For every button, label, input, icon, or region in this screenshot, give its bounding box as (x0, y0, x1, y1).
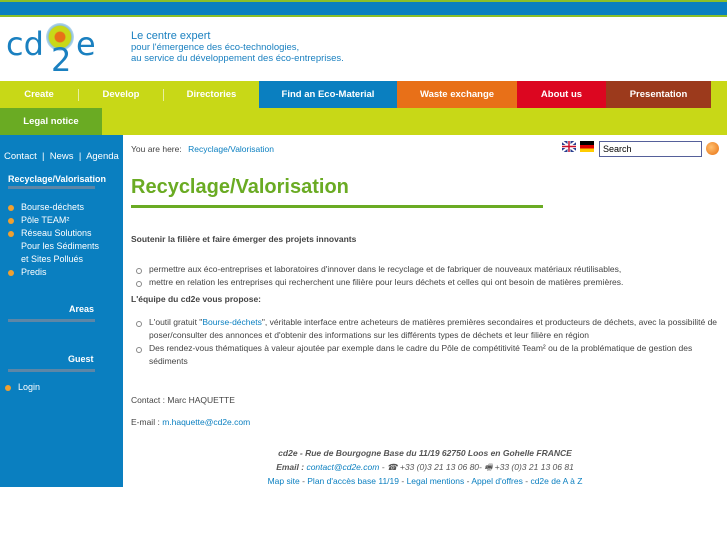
nav-about-us[interactable]: About us (517, 81, 606, 108)
title-underline (131, 205, 543, 208)
text: L'outil gratuit " (149, 317, 203, 327)
sidebar: Contact | News | Agenda Recyclage/Valori… (0, 135, 123, 487)
header: cd 2 e Le centre expert pour l'émergence… (0, 17, 727, 81)
separator: | (78, 151, 82, 162)
email-label: E-mail : (131, 417, 160, 427)
nav-create[interactable]: Create (0, 81, 78, 108)
footer-address: cd2e - Rue de Bourgogne Base du 11/19 62… (278, 448, 572, 458)
bullet-icon (8, 270, 14, 276)
fax-number: +33 (0)3 21 13 06 81 (494, 462, 574, 472)
nav-legal-notice[interactable]: Legal notice (0, 108, 102, 135)
nav-presentation[interactable]: Presentation (606, 81, 711, 108)
footer-email-link[interactable]: contact@cd2e.com (306, 462, 379, 472)
footer-link-map-site[interactable]: Map site (268, 476, 300, 486)
nav-directories[interactable]: Directories (164, 81, 259, 108)
list-item: permettre aux éco-entreprises et laborat… (136, 263, 724, 276)
email-label: Email : (276, 462, 305, 472)
fax-icon: 🖷 (484, 462, 493, 472)
intro-heading: Soutenir la filière et faire émerger des… (131, 234, 357, 244)
login-link[interactable]: Login (18, 382, 40, 392)
breadcrumb-link[interactable]: Recyclage/Valorisation (188, 144, 274, 154)
divider (8, 186, 95, 189)
separator: | (42, 151, 45, 162)
cd2e-logo[interactable]: cd 2 e (6, 19, 106, 79)
search-input[interactable] (599, 141, 702, 157)
tagline-line: Le centre expert (131, 30, 211, 42)
list-item: L'outil gratuit "Bourse-déchets", vérita… (136, 316, 724, 342)
nav-find-eco-material[interactable]: Find an Eco-Material (259, 81, 397, 108)
nav-waste-exchange[interactable]: Waste exchange (397, 81, 517, 108)
email-link[interactable]: m.haquette@cd2e.com (162, 417, 250, 427)
breadcrumb-prefix: You are here: (131, 144, 182, 154)
areas-heading: Areas (69, 304, 95, 314)
pole-team-link[interactable]: Pôle TEAM² (21, 215, 69, 225)
agenda-link[interactable]: Agenda (86, 151, 119, 162)
reseau-solutions-link[interactable]: et Sites Pollués (21, 254, 83, 264)
tagline-line: au service du développement des éco-entr… (131, 53, 344, 64)
bullet-icon (8, 218, 14, 224)
phone-number: +33 (0)3 21 13 06 80- (399, 462, 482, 472)
page-title: Recyclage/Valorisation (131, 176, 349, 198)
bourse-dechets-link[interactable]: Bourse-déchets (21, 202, 84, 212)
nav-develop[interactable]: Develop (79, 81, 163, 108)
search-go-button[interactable] (706, 142, 719, 155)
team-heading: L'équipe du cd2e vous propose: (131, 294, 262, 304)
footer-link-a-z[interactable]: cd2e de A à Z (530, 476, 582, 486)
list-item: Des rendez-vous thématiques à valeur ajo… (136, 342, 724, 368)
tagline-line: pour l'émergence des éco-technologies, (131, 42, 300, 53)
footer-link-legal[interactable]: Legal mentions (407, 476, 465, 486)
guest-links: Login (5, 381, 40, 394)
tagline: Le centre expert pour l'émergence des éc… (131, 30, 344, 65)
contact-link[interactable]: Contact (4, 151, 37, 162)
footer-contact: Email : contact@cd2e.com - ☎ +33 (0)3 21… (276, 462, 574, 472)
footer-link-appel[interactable]: Appel d'offres (471, 476, 523, 486)
bourse-dechets-link[interactable]: Bourse-déchets (202, 317, 262, 327)
list-item: mettre en relation les entreprises qui r… (136, 276, 724, 289)
news-link[interactable]: News (50, 151, 74, 162)
reseau-solutions-link[interactable]: Réseau Solutions (21, 228, 92, 238)
sidebar-item: Predis (8, 266, 99, 279)
sidebar-top-links: Contact | News | Agenda (4, 151, 119, 162)
sidebar-section-title: Recyclage/Valorisation (8, 174, 107, 184)
divider (8, 319, 95, 322)
uk-flag-icon[interactable] (562, 141, 576, 152)
bullet-icon (5, 385, 11, 391)
phone-icon: ☎ (386, 462, 398, 472)
breadcrumb: You are here: Recyclage/Valorisation (131, 144, 274, 154)
top-bar (0, 0, 727, 17)
divider (8, 369, 95, 372)
email-line: E-mail : m.haquette@cd2e.com (131, 417, 250, 427)
goals-list: permettre aux éco-entreprises et laborat… (136, 263, 724, 289)
contact-text: Contact : Marc HAQUETTE (131, 395, 235, 405)
offers-list: L'outil gratuit "Bourse-déchets", vérita… (136, 316, 724, 368)
footer-link-plan[interactable]: Plan d'accès base 11/19 (307, 476, 399, 486)
bullet-icon (8, 205, 14, 211)
german-flag-icon[interactable] (580, 141, 594, 152)
sidebar-item: Bourse-déchets (8, 201, 99, 214)
sidebar-links: Bourse-déchets Pôle TEAM² Réseau Solutio… (8, 201, 99, 279)
predis-link[interactable]: Predis (21, 267, 47, 277)
reseau-solutions-link[interactable]: Pour les Sédiments (21, 241, 99, 251)
bullet-icon (8, 231, 14, 237)
main-nav: Create Develop Directories Find an Eco-M… (0, 81, 727, 135)
sidebar-item: Réseau Solutions Pour les Sédiments et Sit… (8, 227, 99, 266)
footer-links: Map site - Plan d'accès base 11/19 - Leg… (267, 476, 583, 486)
footer: cd2e - Rue de Bourgogne Base du 11/19 62… (250, 446, 600, 488)
sidebar-item: Pôle TEAM² (8, 214, 99, 227)
guest-heading: Guest (68, 354, 94, 364)
sidebar-item: Login (5, 381, 40, 394)
